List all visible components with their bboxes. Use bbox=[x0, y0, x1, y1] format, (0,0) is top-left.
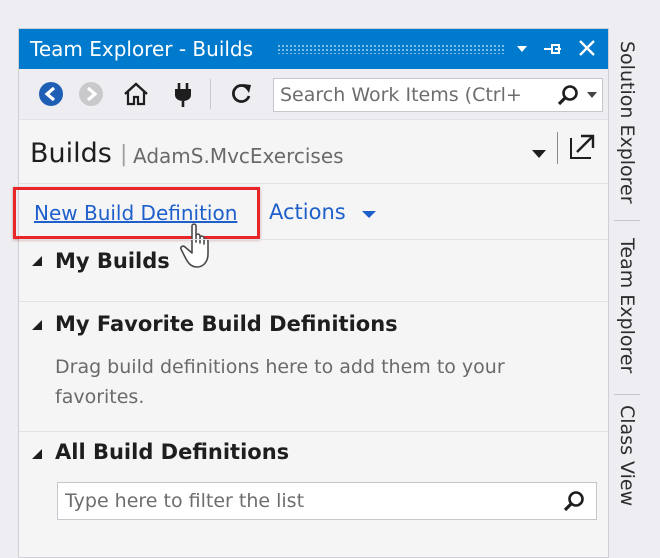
search-work-items-box[interactable] bbox=[273, 78, 603, 112]
tab-divider bbox=[614, 394, 640, 395]
actions-row: New Build Definition Actions bbox=[13, 183, 608, 268]
page-header: Builds | AdamS.MvcExercises bbox=[19, 119, 608, 183]
tab-label: Team Explorer bbox=[616, 238, 638, 374]
header-divider bbox=[557, 132, 558, 164]
search-icon[interactable] bbox=[562, 490, 586, 514]
team-explorer-panel: Team Explorer - Builds Search Work Items… bbox=[13, 28, 609, 558]
window-position-dropdown-icon[interactable] bbox=[509, 35, 535, 63]
navigation-dropdown-icon[interactable] bbox=[532, 150, 546, 158]
filter-list-input[interactable] bbox=[65, 488, 545, 514]
all-definitions-title[interactable]: All Build Definitions bbox=[55, 440, 289, 464]
all-definitions-expand-icon[interactable] bbox=[32, 449, 42, 459]
filter-box[interactable] bbox=[57, 482, 597, 520]
connect-icon[interactable] bbox=[169, 80, 197, 108]
refresh-icon[interactable] bbox=[227, 80, 255, 108]
panel-title-bar[interactable]: Team Explorer - Builds bbox=[19, 29, 608, 69]
favorites-section: My Favorite Build Definitions Drag build… bbox=[19, 301, 608, 431]
vs-ide-window: Team Explorer - Builds Search Work Items… bbox=[0, 0, 660, 558]
tab-class-view[interactable]: Class View bbox=[612, 400, 642, 512]
tab-divider bbox=[614, 220, 640, 221]
actions-chevron-down-icon[interactable] bbox=[362, 211, 376, 218]
my-builds-section: My Builds bbox=[19, 239, 608, 301]
header-separator: | bbox=[120, 142, 128, 167]
my-builds-title[interactable]: My Builds bbox=[55, 249, 170, 273]
favorites-expand-icon[interactable] bbox=[32, 320, 42, 330]
favorites-hint-text: Drag build definitions here to add them … bbox=[55, 356, 505, 408]
close-icon[interactable] bbox=[574, 35, 600, 63]
tab-label: Solution Explorer bbox=[616, 40, 638, 204]
tab-label: Class View bbox=[616, 405, 638, 507]
search-options-chevron-down-icon[interactable] bbox=[587, 92, 597, 98]
search-icon[interactable] bbox=[556, 84, 580, 108]
tab-team-explorer[interactable]: Team Explorer bbox=[612, 224, 642, 388]
search-work-items-input[interactable] bbox=[280, 82, 550, 108]
undock-page-icon[interactable] bbox=[565, 130, 599, 164]
team-project-name[interactable]: AdamS.MvcExercises bbox=[133, 144, 344, 168]
toolbar bbox=[19, 69, 608, 119]
page-title: Builds bbox=[30, 138, 112, 169]
pin-icon[interactable] bbox=[539, 35, 565, 63]
home-icon[interactable] bbox=[122, 80, 150, 108]
panel-title: Team Explorer - Builds bbox=[30, 37, 254, 61]
forward-icon bbox=[77, 80, 105, 108]
tab-solution-explorer[interactable]: Solution Explorer bbox=[612, 28, 642, 216]
favorites-title[interactable]: My Favorite Build Definitions bbox=[55, 312, 398, 336]
my-builds-expand-icon[interactable] bbox=[32, 256, 42, 266]
toolbar-separator bbox=[210, 79, 211, 109]
all-build-definitions-section: All Build Definitions bbox=[19, 431, 608, 558]
back-icon[interactable] bbox=[37, 80, 65, 108]
side-tab-strip: Solution Explorer Team Explorer Class Vi… bbox=[612, 28, 642, 558]
actions-menu[interactable]: Actions bbox=[269, 200, 346, 224]
drag-grip[interactable] bbox=[277, 44, 505, 54]
